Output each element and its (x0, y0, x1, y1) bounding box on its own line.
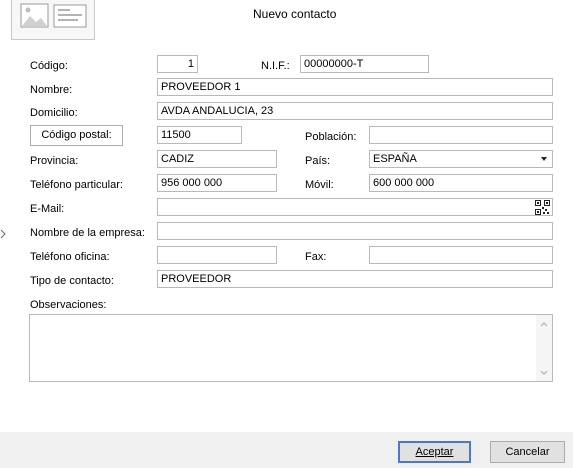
telefono-particular-label: Teléfono particular: (30, 179, 123, 191)
observaciones-label: Observaciones: (30, 299, 107, 311)
email-field[interactable] (157, 198, 553, 216)
telefono-oficina-label: Teléfono oficina: (30, 251, 110, 263)
accept-button[interactable]: Aceptar (398, 441, 471, 463)
accept-button-label: Aceptar (415, 446, 454, 458)
nif-field[interactable]: 00000000-T (300, 55, 429, 73)
tipo-contacto-label: Tipo de contacto: (30, 275, 114, 287)
domicilio-label: Domicilio: (30, 107, 78, 119)
dialog-footer (0, 432, 573, 468)
nombre-empresa-field[interactable] (157, 222, 553, 240)
chevron-down-icon[interactable] (537, 152, 551, 166)
poblacion-field[interactable] (369, 126, 553, 144)
pais-select-value: ESPAÑA (373, 153, 417, 165)
observaciones-textarea[interactable] (29, 314, 553, 382)
fax-field[interactable] (369, 246, 553, 264)
codigo-postal-button[interactable]: Código postal: (30, 125, 123, 146)
tipo-contacto-field[interactable]: PROVEEDOR (157, 270, 553, 288)
window-title: Nuevo contacto (253, 7, 337, 21)
poblacion-label: Población: (305, 131, 357, 143)
observaciones-scrollbar[interactable] (536, 315, 552, 381)
codigo-postal-field[interactable]: 11500 (157, 126, 242, 144)
movil-field[interactable]: 600 000 000 (369, 174, 553, 192)
qr-code-icon[interactable] (535, 200, 550, 215)
provincia-field[interactable]: CADIZ (157, 150, 277, 168)
cancel-button[interactable]: Cancelar (490, 441, 565, 463)
pais-select[interactable]: ESPAÑA (369, 150, 553, 168)
codigo-postal-button-label: Código postal: (41, 129, 112, 141)
codigo-field[interactable]: 1 (157, 55, 198, 73)
domicilio-field[interactable]: AVDA ANDALUCIA, 23 (157, 102, 553, 120)
telefono-oficina-field[interactable] (157, 246, 277, 264)
telefono-particular-field[interactable]: 956 000 000 (157, 174, 277, 192)
pais-label: País: (305, 155, 331, 167)
nif-label: N.I.F.: (261, 60, 290, 72)
cancel-button-label: Cancelar (505, 446, 550, 458)
provincia-label: Provincia: (30, 155, 79, 167)
email-label: E-Mail: (30, 203, 65, 215)
nombre-label: Nombre: (30, 84, 73, 96)
chevron-right-icon (0, 229, 6, 239)
codigo-label: Código: (30, 60, 68, 72)
contact-card-icon (11, 0, 95, 40)
nombre-empresa-label: Nombre de la empresa: (30, 227, 145, 239)
nombre-field[interactable]: PROVEEDOR 1 (157, 78, 553, 96)
movil-label: Móvil: (305, 179, 334, 191)
fax-label: Fax: (305, 251, 327, 263)
